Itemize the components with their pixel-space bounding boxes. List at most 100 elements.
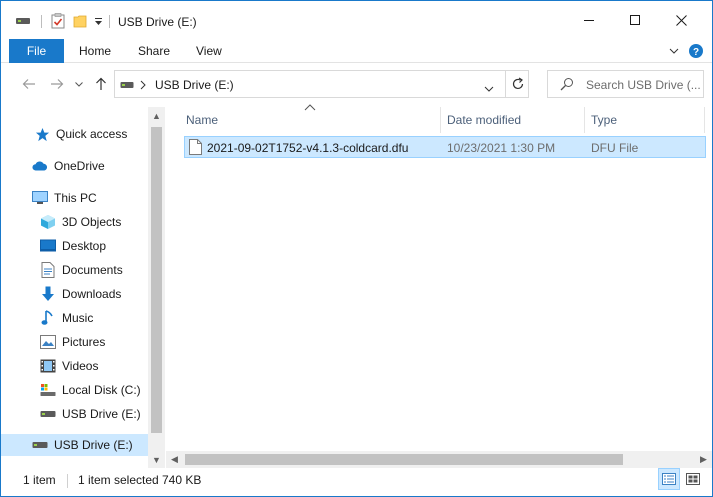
column-header-name[interactable]: Name [186,107,218,133]
local-disk-icon [40,382,56,398]
maximize-button[interactable] [612,1,658,39]
scroll-right-icon[interactable]: ▶ [695,451,712,468]
maximize-icon [630,15,640,25]
status-separator [67,474,68,488]
sidebar-item-onedrive[interactable]: OneDrive [1,155,148,177]
toolbar-separator [109,15,110,28]
tab-view[interactable]: View [196,44,222,58]
scrollbar-thumb[interactable] [151,127,162,433]
cloud-icon [32,158,48,174]
scroll-down-icon[interactable]: ▼ [148,451,165,468]
toolbar-separator [41,15,42,28]
item-count: 1 item [23,473,56,487]
sidebar-item-local-disk[interactable]: Local Disk (C:) [1,379,148,401]
sidebar-item-usb-drive[interactable]: USB Drive (E:) [1,403,148,425]
scroll-left-icon[interactable]: ◀ [166,451,183,468]
search-icon [560,77,574,94]
large-icons-view-icon [686,473,700,485]
address-separator [505,71,506,97]
desktop-icon [40,238,56,254]
picture-icon [40,334,56,350]
sort-ascending-icon [304,104,316,111]
up-arrow-icon [96,77,106,90]
recent-locations-button[interactable] [73,75,85,93]
download-arrow-icon [40,286,56,302]
selected-size: 740 KB [162,473,202,487]
expand-ribbon-chevron-icon[interactable] [665,42,683,60]
document-icon [40,262,56,278]
ribbon-tabs: File Home Share View ? [1,39,712,63]
refresh-icon [512,77,524,90]
sidebar-item-3d-objects[interactable]: 3D Objects [1,211,148,233]
usb-drive-icon [120,79,134,93]
usb-drive-icon [13,12,33,30]
column-header-date[interactable]: Date modified [447,107,521,133]
music-note-icon [40,310,56,326]
column-separator[interactable] [704,107,705,133]
sidebar-item-videos[interactable]: Videos [1,355,148,377]
sidebar-item-this-pc[interactable]: This PC [1,187,148,209]
details-view-button[interactable] [658,468,680,490]
title-bar: USB Drive (E:) [1,1,712,39]
breadcrumb-chevron-icon[interactable] [140,79,146,93]
sidebar-item-downloads[interactable]: Downloads [1,283,148,305]
scrollbar-thumb[interactable] [185,454,623,465]
minimize-button[interactable] [566,1,612,39]
sidebar-item-usb-drive-root[interactable]: USB Drive (E:) [1,434,148,456]
sidebar-item-documents[interactable]: Documents [1,259,148,281]
minimize-icon [584,20,594,21]
customize-toolbar-chevron-icon[interactable] [91,12,105,30]
tab-home[interactable]: Home [79,44,111,58]
search-placeholder: Search USB Drive (... [586,78,701,92]
file-list: Name Date modified Type 2021-09-02T1752-… [166,103,712,468]
file-name: 2021-09-02T1752-v4.1.3-coldcard.dfu [207,141,409,155]
file-icon [189,139,202,158]
scroll-up-icon[interactable]: ▲ [148,107,165,124]
large-icons-view-button[interactable] [682,468,704,490]
sidebar-item-pictures[interactable]: Pictures [1,331,148,353]
sidebar-item-music[interactable]: Music [1,307,148,329]
sidebar-item-desktop[interactable]: Desktop [1,235,148,257]
details-view-icon [662,473,676,485]
close-icon [675,14,687,26]
monitor-icon [32,190,48,206]
explorer-window: USB Drive (E:) File Home Share View ? US… [0,0,713,497]
new-folder-icon[interactable] [70,12,90,30]
chevron-down-icon [75,81,83,87]
usb-drive-icon [32,437,48,453]
help-icon[interactable]: ? [687,42,705,60]
navigation-bar: USB Drive (E:) Search USB Drive (... [1,63,712,103]
svg-text:?: ? [693,47,699,58]
navigation-pane: Quick access OneDrive This PC 3D Objects… [1,103,166,468]
breadcrumb[interactable]: USB Drive (E:) [155,78,234,92]
navigation-pane-scrollbar[interactable]: ▲ ▼ [148,107,165,468]
usb-drive-icon [40,406,56,422]
column-separator[interactable] [440,107,441,133]
column-header-type[interactable]: Type [591,107,617,133]
window-title: USB Drive (E:) [118,15,197,29]
file-date: 10/23/2021 1:30 PM [447,141,556,155]
search-input[interactable]: Search USB Drive (... [547,70,704,98]
selected-count: 1 item selected [78,473,159,487]
properties-icon[interactable] [48,12,68,30]
table-row[interactable]: 2021-09-02T1752-v4.1.3-coldcard.dfu 10/2… [184,136,706,158]
sidebar-item-quick-access[interactable]: Quick access [1,123,148,145]
address-bar[interactable]: USB Drive (E:) [114,70,529,98]
star-icon [34,126,50,142]
refresh-button[interactable] [511,77,525,94]
back-button[interactable] [19,75,39,93]
forward-button[interactable] [47,75,67,93]
address-history-chevron-icon[interactable] [484,81,494,95]
tab-file[interactable]: File [9,39,64,63]
forward-arrow-icon [51,79,64,89]
file-list-horizontal-scrollbar[interactable]: ◀ ▶ [166,451,712,468]
close-button[interactable] [658,1,704,39]
cube-icon [40,214,56,230]
up-button[interactable] [91,75,111,93]
status-bar: 1 item 1 item selected 740 KB [1,468,712,496]
back-arrow-icon [22,79,35,89]
tab-share[interactable]: Share [138,44,170,58]
file-type: DFU File [591,141,639,155]
film-icon [40,358,56,374]
column-separator[interactable] [584,107,585,133]
